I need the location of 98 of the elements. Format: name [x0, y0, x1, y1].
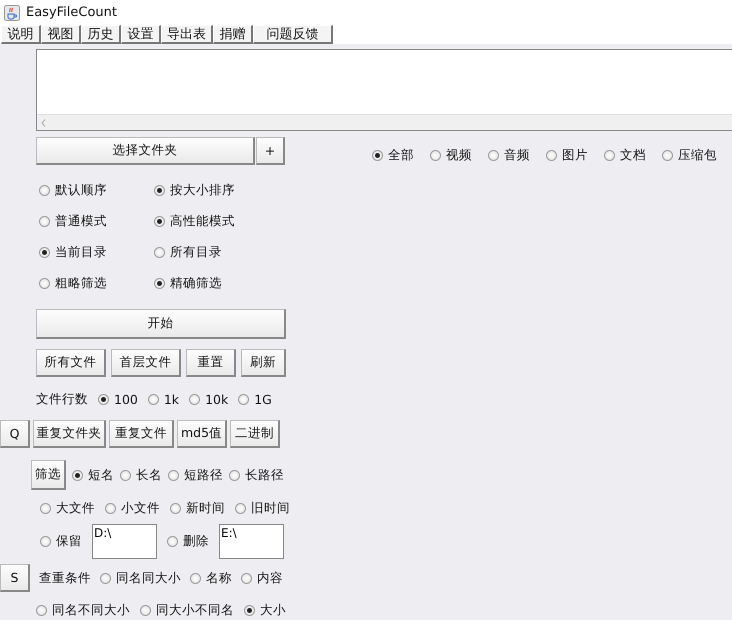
radio-label[interactable]: 音频 — [504, 147, 530, 164]
filter-button[interactable]: 筛选 — [31, 460, 66, 490]
start-button[interactable]: 开始 — [36, 309, 286, 339]
radio-button[interactable] — [154, 216, 165, 227]
radio-label[interactable]: 10k — [205, 392, 228, 407]
radio-label[interactable]: 长名 — [136, 466, 162, 484]
menu-item[interactable]: 历史 — [81, 25, 121, 44]
radio-button[interactable] — [238, 394, 250, 405]
radio-label[interactable]: 精确筛选 — [170, 275, 222, 292]
radio-button[interactable] — [241, 572, 252, 584]
radio-label[interactable]: 默认顺序 — [55, 182, 107, 199]
radio-button[interactable] — [372, 150, 383, 161]
radio-button[interactable] — [154, 278, 165, 289]
duplicate-button[interactable]: 二进制 — [230, 420, 280, 448]
radio-button[interactable] — [154, 247, 165, 258]
radio-button[interactable] — [98, 394, 109, 405]
menu-item[interactable]: 说明 — [1, 25, 41, 44]
radio-label[interactable]: 新时间 — [186, 500, 225, 517]
radio-button[interactable] — [170, 503, 181, 514]
select-folder-button[interactable]: 选择文件夹 — [36, 137, 255, 165]
radio-label[interactable]: 旧时间 — [251, 500, 290, 517]
radio-button[interactable] — [235, 503, 246, 514]
radio-label[interactable]: 名称 — [206, 570, 232, 586]
radio-label[interactable]: 保留 — [56, 533, 82, 550]
radio-label[interactable]: 短名 — [88, 466, 114, 484]
radio-label[interactable]: 小文件 — [121, 500, 160, 517]
delete-path-field[interactable]: E:\ — [219, 524, 284, 559]
radio-button[interactable] — [244, 605, 255, 616]
list-button[interactable]: 所有文件 — [36, 349, 106, 377]
radio-button[interactable] — [36, 605, 47, 616]
radio-button[interactable] — [39, 216, 50, 227]
keep-path-field[interactable]: D:\ — [92, 524, 157, 559]
radio-button[interactable] — [40, 503, 51, 514]
radio-button[interactable] — [39, 185, 50, 196]
menu-item[interactable]: 导出表 — [161, 25, 213, 44]
menu-item[interactable]: 视图 — [41, 25, 81, 44]
radio-label[interactable]: 高性能模式 — [170, 213, 235, 230]
radio-label[interactable]: 图片 — [562, 147, 588, 164]
radio-button[interactable] — [662, 150, 673, 161]
radio-label[interactable]: 当前目录 — [55, 244, 107, 261]
radio-label[interactable]: 压缩包 — [678, 147, 717, 164]
chevron-left-icon[interactable] — [41, 118, 46, 126]
radio-label[interactable]: 同大小不同名 — [156, 602, 234, 619]
radio-label[interactable]: 全部 — [388, 147, 414, 164]
radio-label[interactable]: 粗略筛选 — [55, 275, 107, 292]
radio-button[interactable] — [40, 536, 51, 547]
radio-button[interactable] — [190, 572, 201, 584]
radio-button[interactable] — [229, 470, 240, 480]
horizontal-scrollbar[interactable] — [37, 114, 732, 130]
window-title: EasyFileCount — [26, 5, 118, 20]
radio-label[interactable]: 100 — [114, 392, 138, 407]
file-lines-label: 文件行数 — [36, 391, 88, 408]
duplicate-button[interactable]: 重复文件 — [109, 420, 174, 448]
radio-button[interactable] — [148, 394, 159, 405]
menu-item[interactable]: 设置 — [121, 25, 161, 44]
radio-button[interactable] — [488, 150, 499, 161]
radio-label[interactable]: 同名不同大小 — [52, 602, 130, 619]
list-button[interactable]: 首层文件 — [111, 349, 181, 377]
radio-label[interactable]: 按大小排序 — [170, 182, 235, 199]
radio-button[interactable] — [140, 605, 151, 616]
radio-button[interactable] — [39, 278, 50, 289]
radio-button[interactable] — [189, 394, 200, 405]
radio-label[interactable]: 删除 — [183, 533, 209, 550]
radio-label[interactable]: 内容 — [257, 570, 283, 586]
radio-label[interactable]: 所有目录 — [170, 244, 222, 261]
radio-label[interactable]: 1k — [164, 392, 180, 407]
radio-label[interactable]: 同名同大小 — [116, 570, 181, 586]
toggle-button[interactable]: S — [0, 564, 30, 592]
radio-button[interactable] — [168, 470, 179, 480]
radio-button[interactable] — [100, 572, 111, 584]
radio-button[interactable] — [546, 150, 557, 161]
list-button[interactable]: 重置 — [186, 349, 236, 377]
radio-label[interactable]: 文档 — [620, 147, 646, 164]
radio-button[interactable] — [154, 185, 165, 196]
radio-button[interactable] — [604, 150, 615, 161]
criteria-label: 查重条件 — [39, 570, 91, 586]
radio-button[interactable] — [167, 536, 178, 547]
radio-label[interactable]: 普通模式 — [55, 213, 107, 230]
radio-button[interactable] — [39, 247, 50, 258]
cup-icon — [4, 4, 20, 20]
radio-label[interactable]: 大小 — [260, 602, 286, 619]
menu-item[interactable]: 捐赠 — [213, 25, 253, 44]
radio-button[interactable] — [430, 150, 441, 161]
radio-label[interactable]: 1G — [254, 392, 272, 407]
radio-label[interactable]: 短路径 — [184, 466, 223, 484]
radio-label[interactable]: 大文件 — [56, 500, 95, 517]
radio-label[interactable]: 视频 — [446, 147, 472, 164]
menu-item[interactable]: 问题反馈 — [253, 25, 333, 44]
radio-label[interactable]: 长路径 — [245, 466, 284, 484]
add-button[interactable]: + — [256, 137, 285, 165]
toggle-button[interactable]: Q — [0, 420, 30, 448]
list-button[interactable]: 刷新 — [241, 349, 286, 377]
radio-button[interactable] — [120, 470, 131, 480]
duplicate-button[interactable]: 重复文件夹 — [33, 420, 106, 448]
radio-button[interactable] — [72, 470, 83, 480]
text-area[interactable] — [36, 49, 732, 131]
radio-button[interactable] — [105, 503, 116, 514]
duplicate-button[interactable]: md5值 — [177, 420, 227, 448]
